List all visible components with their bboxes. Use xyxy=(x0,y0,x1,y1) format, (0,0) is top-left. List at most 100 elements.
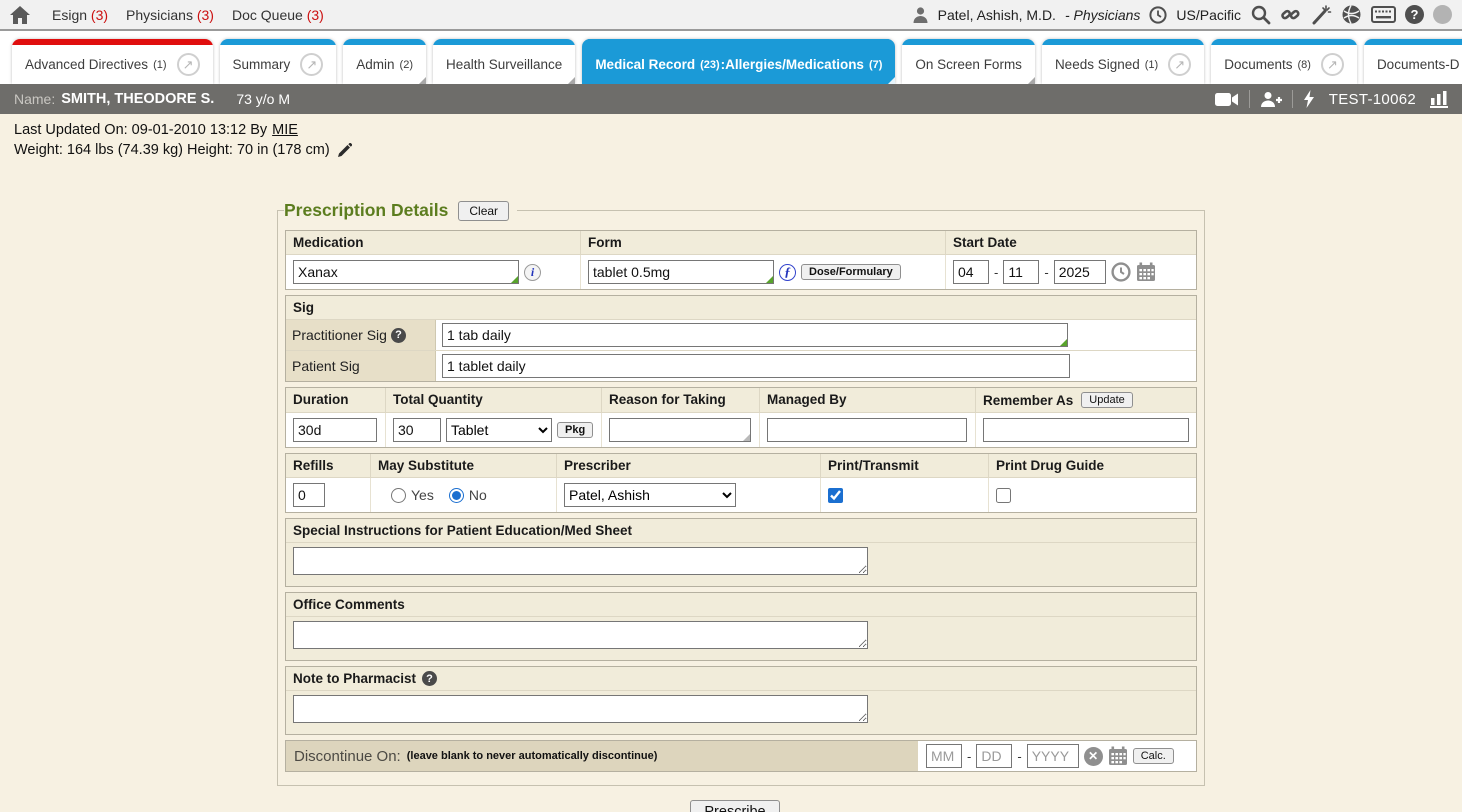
tab-label: Health Surveillance xyxy=(446,57,562,72)
patient-age-sex: 73 y/o M xyxy=(236,91,290,107)
search-icon[interactable] xyxy=(1250,4,1271,25)
lightning-icon[interactable] xyxy=(1303,90,1315,108)
duration-section: Duration Total Quantity Reason for Takin… xyxy=(285,387,1197,448)
reason-header: Reason for Taking xyxy=(602,388,760,412)
clear-date-icon[interactable]: ✕ xyxy=(1084,747,1103,766)
discontinue-month-input[interactable] xyxy=(926,744,962,768)
start-day-input[interactable] xyxy=(1003,260,1039,284)
refills-input[interactable] xyxy=(293,483,325,507)
flowsheet-chart-icon[interactable] xyxy=(1430,91,1448,108)
pharmacist-note-help-icon[interactable]: ? xyxy=(422,671,437,686)
note-to-pharmacist-section: Note to Pharmacist ? xyxy=(285,666,1197,735)
pkg-button[interactable]: Pkg xyxy=(557,422,593,438)
tab-on-screen-forms[interactable]: On Screen Forms xyxy=(902,39,1035,84)
duration-input[interactable] xyxy=(293,418,377,442)
tab-label: Medical Record xyxy=(595,57,695,72)
formulary-icon[interactable]: ƒ xyxy=(779,264,796,281)
tab-summary[interactable]: Summary ↗ xyxy=(220,39,337,84)
quantity-input[interactable] xyxy=(393,418,441,442)
may-substitute-header: May Substitute xyxy=(371,454,557,477)
office-comments-textarea[interactable] xyxy=(293,621,868,649)
nav-label: Doc Queue xyxy=(232,7,303,23)
substitute-no-label: No xyxy=(469,487,487,503)
link-icon[interactable] xyxy=(1280,4,1301,25)
office-comments-header: Office Comments xyxy=(286,593,1196,616)
nav-label: Physicians xyxy=(126,7,193,23)
tab-admin[interactable]: Admin (2) xyxy=(343,39,426,84)
popout-icon[interactable]: ↗ xyxy=(1321,53,1344,76)
prescribe-button[interactable]: Prescribe xyxy=(690,800,779,812)
patient-header-bar: Name: SMITH, THEODORE S. 73 y/o M TEST-1… xyxy=(0,84,1462,114)
timezone-label[interactable]: US/Pacific xyxy=(1176,7,1241,23)
prescriber-select[interactable]: Patel, Ashish xyxy=(564,483,736,507)
nav-doc-queue[interactable]: Doc Queue (3) xyxy=(232,7,324,23)
updated-by-link[interactable]: MIE xyxy=(272,122,298,138)
practitioner-sig-label: Practitioner Sig xyxy=(292,327,387,343)
calc-button[interactable]: Calc. xyxy=(1133,748,1174,764)
practitioner-sig-input[interactable] xyxy=(442,323,1068,347)
popout-icon[interactable]: ↗ xyxy=(177,53,200,76)
substitute-no-radio[interactable] xyxy=(449,488,464,503)
substitute-yes-radio[interactable] xyxy=(391,488,406,503)
quantity-unit-select[interactable]: Tablet xyxy=(446,418,552,442)
patient-sig-input[interactable] xyxy=(442,354,1070,378)
logged-in-user[interactable]: Patel, Ashish, M.D. xyxy=(938,7,1056,23)
form-input[interactable] xyxy=(588,260,774,284)
print-drug-guide-checkbox[interactable] xyxy=(996,488,1011,503)
tab-dropdown-fold xyxy=(568,77,575,84)
nav-count: (3) xyxy=(91,7,108,23)
video-call-icon[interactable] xyxy=(1215,92,1239,107)
update-button[interactable]: Update xyxy=(1081,392,1132,408)
popout-icon[interactable]: ↗ xyxy=(300,53,323,76)
tab-documents[interactable]: Documents (8) ↗ xyxy=(1211,39,1357,84)
note-to-pharmacist-textarea[interactable] xyxy=(293,695,868,723)
tab-medical-record[interactable]: Medical Record (23) :Allergies/Medicatio… xyxy=(582,39,895,84)
popout-icon[interactable]: ↗ xyxy=(1168,53,1191,76)
managed-by-input[interactable] xyxy=(767,418,967,442)
keyboard-icon[interactable] xyxy=(1371,6,1396,23)
tab-needs-signed[interactable]: Needs Signed (1) ↗ xyxy=(1042,39,1204,84)
refills-header: Refills xyxy=(286,454,371,477)
patient-name-label: Name: xyxy=(14,91,55,107)
last-updated-text: Last Updated On: 09-01-2010 13:12 By xyxy=(14,122,267,138)
tab-dropdown-fold xyxy=(1028,77,1035,84)
medication-input[interactable] xyxy=(293,260,519,284)
tab-count: (1) xyxy=(153,59,166,71)
discontinue-day-input[interactable] xyxy=(976,744,1012,768)
tab-count: (23) xyxy=(700,59,720,71)
help-icon[interactable]: ? xyxy=(1405,5,1424,24)
tab-documents-truncated[interactable]: Documents-D xyxy=(1364,39,1462,84)
tab-health-surveillance[interactable]: Health Surveillance xyxy=(433,39,575,84)
tab-label: Documents-D xyxy=(1377,57,1460,72)
chart-tab-strip: Advanced Directives (1) ↗ Summary ↗ Admi… xyxy=(0,31,1462,84)
sig-help-icon[interactable]: ? xyxy=(391,328,406,343)
time-picker-icon[interactable] xyxy=(1111,262,1131,282)
add-person-icon[interactable] xyxy=(1260,91,1282,108)
special-instructions-textarea[interactable] xyxy=(293,547,868,575)
form-header: Form xyxy=(581,231,946,254)
drug-info-icon[interactable]: i xyxy=(524,264,541,281)
prescription-form: Prescription Details Clear Medication Fo… xyxy=(277,200,1193,812)
tab-advanced-directives[interactable]: Advanced Directives (1) ↗ xyxy=(12,39,213,84)
dose-formulary-button[interactable]: Dose/Formulary xyxy=(801,264,901,280)
edit-vitals-icon[interactable] xyxy=(337,143,352,158)
discontinue-section: Discontinue On: (leave blank to never au… xyxy=(285,740,1197,772)
duration-header: Duration xyxy=(286,388,386,412)
calendar-icon[interactable] xyxy=(1136,262,1156,282)
remember-as-input[interactable] xyxy=(983,418,1189,442)
globe-icon[interactable] xyxy=(1341,4,1362,25)
home-icon[interactable] xyxy=(10,6,30,24)
print-transmit-checkbox[interactable] xyxy=(828,488,843,503)
wand-icon[interactable] xyxy=(1310,4,1332,25)
calendar-icon[interactable] xyxy=(1108,746,1128,766)
reason-input[interactable] xyxy=(609,418,751,442)
start-year-input[interactable] xyxy=(1054,260,1106,284)
office-comments-section: Office Comments xyxy=(285,592,1197,661)
nav-esign[interactable]: Esign (3) xyxy=(52,7,108,23)
tab-count: (2) xyxy=(400,59,413,71)
discontinue-year-input[interactable] xyxy=(1027,744,1079,768)
nav-label: Esign xyxy=(52,7,87,23)
nav-physicians[interactable]: Physicians (3) xyxy=(126,7,214,23)
clear-button[interactable]: Clear xyxy=(458,201,509,221)
start-month-input[interactable] xyxy=(953,260,989,284)
